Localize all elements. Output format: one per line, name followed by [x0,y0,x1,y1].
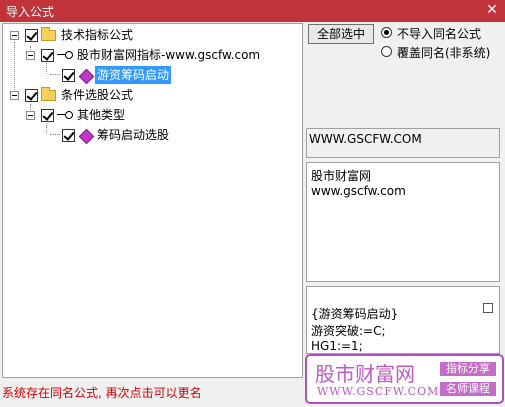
tree-node-youzi-chouma[interactable]: 游资筹码启动 [3,66,293,85]
tree-node-label: 股市财富网指标-www.gscfw.com [77,48,261,62]
tree-node-label: 技术指标公式 [61,28,134,42]
tree-node-chouma-select[interactable]: 筹码启动选股 [3,126,293,145]
formula-code-panel[interactable]: {游资筹码启动} 游资突破:=C; HG1:=1; [306,286,500,354]
tree-checkbox[interactable] [41,49,54,62]
tree-node-label: 其他类型 [77,108,126,122]
key-icon [57,110,73,120]
diamond-icon [78,128,95,145]
description-line: www.gscfw.com [311,184,406,198]
tree-node-tech-formula[interactable]: 技术指标公式 [3,26,293,44]
promo-watermark: 股市财富网 WWW.GSCFW.COM 指标分享 名师课程 [305,354,504,404]
collapse-toggle[interactable] [10,91,19,100]
tree-checkbox[interactable] [25,29,38,42]
scroll-box[interactable] [483,303,493,313]
folder-icon [41,87,56,101]
diamond-icon [78,68,95,85]
code-line: {游资筹码启动} [311,307,399,321]
promo-badge: 名师课程 [440,382,496,396]
tree-node-gscfw-indicator[interactable]: 股市财富网指标-www.gscfw.com [3,46,293,64]
radio-overwrite-duplicate[interactable] [381,46,392,57]
key-icon [57,50,73,60]
select-all-button[interactable]: 全部选中 [308,24,374,44]
url-display: WWW.GSCFW.COM [306,128,500,158]
radio-skip-duplicate[interactable] [381,27,392,38]
radio-overwrite-duplicate-label[interactable]: 覆盖同名(非系统) [397,44,490,61]
url-text: WWW.GSCFW.COM [309,132,422,146]
import-formula-window: 导入公式 ✕ 技术指标公式 股市财富网指标-www.gscfw.com 游资筹码… [0,0,505,407]
promo-badge: 指标分享 [440,362,496,376]
description-line: 股市财富网 [311,169,372,183]
tree-node-label: 筹码启动选股 [97,128,170,142]
description-panel: 股市财富网 www.gscfw.com [306,162,500,282]
close-icon[interactable]: ✕ [483,1,501,19]
code-line: 游资突破:=C; [311,324,386,338]
tree-node-condition-formula[interactable]: 条件选股公式 [3,86,293,104]
promo-url: WWW.GSCFW.COM [317,385,440,398]
title-bar: 导入公式 ✕ [0,0,505,22]
promo-title: 股市财富网 [315,362,415,386]
tree-node-label: 条件选股公式 [61,88,134,102]
status-message: 系统存在同名公式, 再次点击可以更名 [2,386,202,400]
tree-node-other-type[interactable]: 其他类型 [3,106,293,124]
tree-checkbox[interactable] [25,89,38,102]
folder-icon [41,27,56,41]
collapse-toggle[interactable] [10,31,19,40]
code-line: HG1:=1; [311,339,363,353]
tree-checkbox[interactable] [41,109,54,122]
tree-checkbox[interactable] [62,129,75,142]
formula-tree[interactable]: 技术指标公式 股市财富网指标-www.gscfw.com 游资筹码启动 条件选股… [2,23,303,378]
collapse-toggle[interactable] [26,111,35,120]
tree-checkbox[interactable] [62,69,75,82]
window-title: 导入公式 [6,5,55,19]
collapse-toggle[interactable] [26,51,35,60]
tree-node-label: 游资筹码启动 [95,66,172,84]
radio-skip-duplicate-label[interactable]: 不导入同名公式 [397,25,481,42]
